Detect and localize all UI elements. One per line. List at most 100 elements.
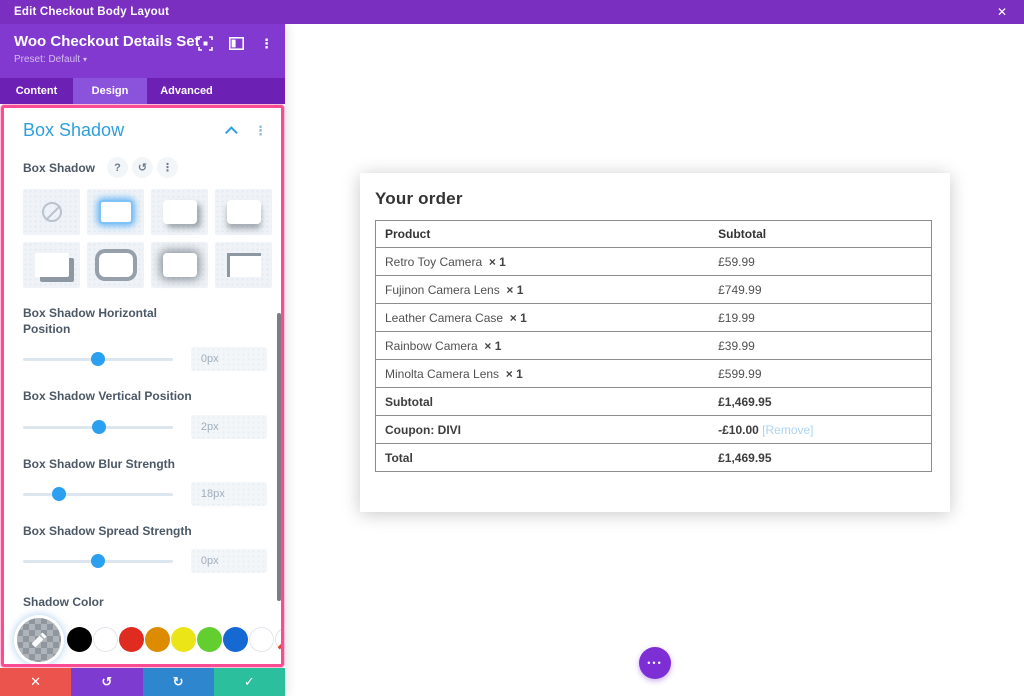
total-label: Total (375, 443, 710, 472)
swatch-red[interactable] (119, 627, 144, 653)
settings-panel-header: Woo Checkout Details Setti... Preset: De… (0, 24, 285, 78)
product-price: £39.99 (709, 331, 933, 360)
slider-thumb[interactable] (90, 553, 105, 568)
shadow-preset-bottom-right[interactable] (151, 189, 208, 235)
swatch-white-2[interactable] (249, 627, 274, 653)
product-price: £59.99 (709, 247, 933, 276)
swatch-blue[interactable] (223, 627, 248, 653)
panel-footer: ✕ ↺ ↻ ✓ (0, 668, 285, 696)
subtotal-label: Subtotal (375, 387, 710, 416)
coupon-value: -£10.00 (718, 422, 759, 437)
section-title-box-shadow[interactable]: Box Shadow (23, 120, 229, 141)
panel-scrollbar[interactable] (277, 313, 281, 601)
col-product: Product (375, 220, 710, 248)
swatch-orange[interactable] (145, 627, 170, 653)
table-row: Rainbow Camera × 1 £39.99 (375, 331, 933, 360)
page-settings-fab[interactable]: ••• (639, 647, 671, 679)
product-name: Minolta Camera Lens (385, 366, 500, 381)
horizontal-position-input[interactable]: 0px (190, 347, 267, 372)
product-name: Rainbow Camera (385, 338, 478, 353)
product-price: £19.99 (709, 303, 933, 332)
spread-strength-slider[interactable] (23, 553, 173, 568)
tab-advanced[interactable]: Advanced (147, 78, 226, 104)
shadow-preset-hard-offset[interactable] (23, 242, 80, 288)
swatch-green[interactable] (197, 627, 222, 653)
shadow-preset-none[interactable] (23, 189, 80, 235)
slider-thumb[interactable] (90, 352, 105, 367)
product-qty: × 1 (484, 338, 502, 353)
total-row: Total £1,469.95 (375, 443, 933, 472)
help-icon[interactable]: ? (107, 157, 129, 178)
subtotal-row: Subtotal £1,469.95 (375, 387, 933, 416)
product-price: £749.99 (709, 275, 933, 304)
product-name: Fujinon Camera Lens (385, 282, 500, 297)
chevron-down-icon: ▾ (82, 55, 87, 64)
undo-button[interactable]: ↺ (71, 668, 143, 696)
options-kebab-icon[interactable]: ⋮ (157, 157, 179, 178)
table-row: Retro Toy Camera × 1 £59.99 (375, 247, 933, 276)
reset-icon[interactable]: ↺ (132, 157, 154, 178)
design-options-region: Box Shadow ⋮ Box Shadow ? ↺ ⋮ Box Shadow… (1, 105, 284, 667)
blur-strength-slider[interactable] (23, 486, 173, 501)
blur-strength-label: Box Shadow Blur Strength (23, 456, 176, 471)
eyedropper-icon[interactable] (17, 617, 61, 662)
order-review-card[interactable]: Your order Product Subtotal Retro Toy Ca… (360, 173, 950, 512)
horizontal-position-label: Box Shadow Horizontal Position (23, 306, 158, 337)
builder-top-bar: Edit Checkout Body Layout ✕ (0, 0, 1024, 24)
product-price: £599.99 (709, 359, 933, 388)
coupon-label: Coupon: DIVI (375, 415, 710, 444)
col-subtotal: Subtotal (709, 220, 933, 248)
discard-button[interactable]: ✕ (0, 668, 72, 696)
tab-content[interactable]: Content (0, 78, 73, 104)
coupon-remove-link[interactable]: [Remove] (762, 423, 813, 437)
product-name: Leather Camera Case (385, 310, 504, 325)
blur-strength-input[interactable]: 18px (190, 481, 267, 506)
page-title: Edit Checkout Body Layout (14, 6, 170, 18)
tab-design[interactable]: Design (73, 78, 147, 104)
product-qty: × 1 (506, 282, 524, 297)
shadow-preset-bottom[interactable] (215, 189, 272, 235)
table-row: Leather Camera Case × 1 £19.99 (375, 303, 933, 332)
horizontal-position-slider[interactable] (23, 352, 173, 367)
vertical-position-input[interactable]: 2px (190, 414, 267, 439)
swatch-transparent[interactable] (275, 627, 281, 653)
slider-thumb[interactable] (92, 419, 107, 434)
product-qty: × 1 (505, 366, 523, 381)
dock-panel-icon[interactable] (229, 37, 244, 50)
shadow-preset-soft-selected[interactable] (87, 189, 144, 235)
vertical-position-slider[interactable] (23, 419, 173, 434)
preset-selector[interactable]: Preset: Default ▾ (14, 54, 285, 65)
product-qty: × 1 (509, 310, 527, 325)
kebab-menu-icon[interactable]: ⋮ (260, 37, 273, 50)
shadow-color-swatches (17, 617, 281, 662)
table-row: Minolta Camera Lens × 1 £599.99 (375, 359, 933, 388)
order-table: Product Subtotal Retro Toy Camera × 1 £5… (375, 220, 933, 472)
subtotal-value: £1,469.95 (709, 387, 933, 416)
order-title: Your order (375, 189, 463, 208)
swatch-black[interactable] (67, 627, 92, 653)
settings-panel: Woo Checkout Details Setti... Preset: De… (0, 24, 285, 696)
box-shadow-field-label: Box Shadow (23, 160, 96, 175)
save-button[interactable]: ✓ (213, 668, 285, 696)
coupon-row: Coupon: DIVI -£10.00 [Remove] (375, 415, 933, 444)
focus-mode-icon[interactable] (198, 36, 213, 51)
table-row: Fujinon Camera Lens × 1 £749.99 (375, 275, 933, 304)
swatch-yellow[interactable] (171, 627, 196, 653)
total-value: £1,469.95 (709, 443, 933, 472)
spread-strength-label: Box Shadow Spread Strength (23, 523, 192, 538)
shadow-preset-ring[interactable] (87, 242, 144, 288)
slider-thumb[interactable] (51, 486, 66, 501)
settings-tabs: Content Design Advanced (0, 78, 285, 104)
section-kebab-icon[interactable]: ⋮ (254, 123, 267, 139)
close-icon[interactable]: ✕ (990, 0, 1014, 24)
swatch-white[interactable] (93, 627, 118, 653)
box-shadow-presets (23, 189, 272, 288)
builder-canvas: Your order Product Subtotal Retro Toy Ca… (285, 24, 1024, 696)
redo-button[interactable]: ↻ (142, 668, 214, 696)
product-qty: × 1 (488, 254, 506, 269)
product-name: Retro Toy Camera (385, 254, 483, 269)
shadow-preset-top-left-corner[interactable] (215, 242, 272, 288)
shadow-preset-blur-all[interactable] (151, 242, 208, 288)
module-title: Woo Checkout Details Setti... (14, 33, 199, 50)
spread-strength-input[interactable]: 0px (190, 548, 267, 573)
